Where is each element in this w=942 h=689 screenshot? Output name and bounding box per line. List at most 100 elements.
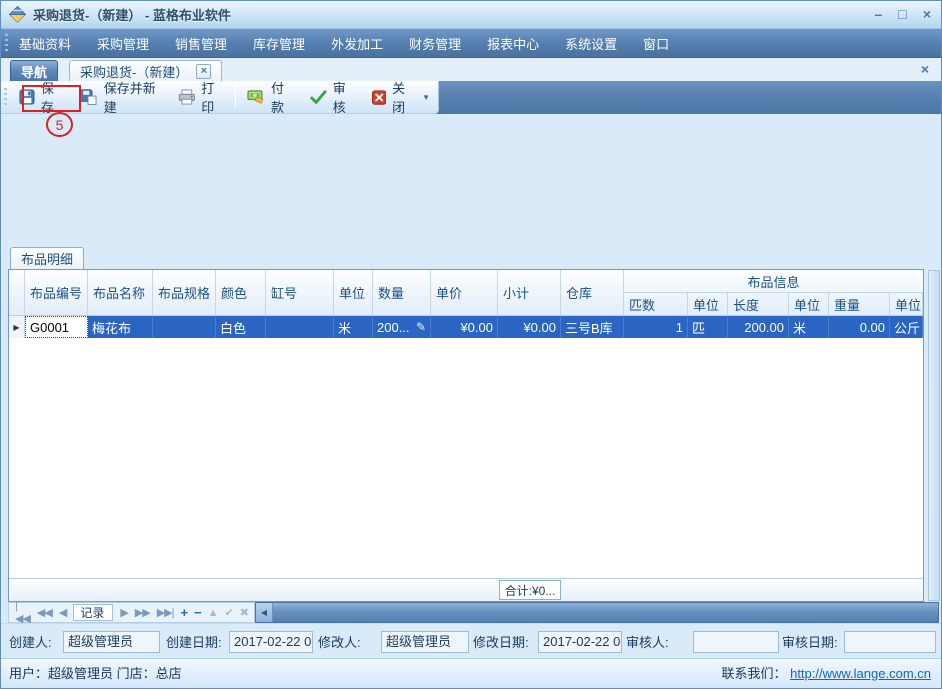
cell-unit[interactable]: 米 — [334, 316, 373, 338]
col-header-subtotal[interactable]: 小计 — [498, 270, 561, 315]
menu-settings[interactable]: 系统设置 — [565, 34, 617, 53]
col-header-warehouse[interactable]: 仓库 — [561, 270, 624, 315]
menu-purchase[interactable]: 采购管理 — [97, 34, 149, 53]
hscroll-left-arrow-icon[interactable]: ◀ — [256, 603, 273, 622]
detail-tab-row: 布品明细 — [1, 242, 941, 269]
col-header-qty[interactable]: 数量 — [373, 270, 431, 315]
cell-dyelot[interactable] — [266, 316, 334, 338]
close-dropdown-icon[interactable]: ▼ — [422, 93, 430, 102]
col-header-dyelot[interactable]: 缸号 — [266, 270, 334, 315]
printer-icon — [178, 88, 196, 106]
close-doc-button[interactable]: 关闭 ▼ — [364, 84, 438, 111]
nav-post-button[interactable]: ✔ — [225, 606, 233, 619]
annotation-step-badge: 5 — [46, 112, 73, 137]
cell-qty[interactable]: 200... ✎ — [373, 316, 431, 338]
audit-button[interactable]: 审核 — [302, 84, 364, 111]
print-button-label: 打印 — [201, 78, 224, 116]
grid-vertical-scrollbar[interactable] — [928, 270, 940, 601]
toolbar-grip — [4, 88, 7, 106]
maximize-button[interactable]: □ — [898, 5, 906, 23]
nav-last-button[interactable]: ▶▶| — [157, 606, 174, 619]
table-row[interactable]: ▶ G0001 梅花布 白色 米 200... ✎ ¥0.00 ¥0.00 三号… — [9, 316, 923, 338]
created-date-label: 创建日期: — [166, 632, 222, 654]
close-window-button[interactable]: × — [923, 5, 931, 23]
nav-cancel-button[interactable]: ✖ — [240, 606, 248, 619]
col-header-spec[interactable]: 布品规格 — [153, 270, 216, 315]
row-indicator-icon: ▶ — [9, 316, 25, 338]
tabstrip-close-icon[interactable]: × — [921, 61, 929, 77]
col-header-name[interactable]: 布品名称 — [88, 270, 153, 315]
save-and-new-button[interactable]: 保存并新建 — [72, 84, 170, 111]
menu-finance[interactable]: 财务管理 — [409, 34, 461, 53]
cell-name[interactable]: 梅花布 — [88, 316, 153, 338]
grid-horizontal-scrollbar[interactable]: ◀ — [255, 602, 939, 623]
website-link[interactable]: http://www.lange.com.cn — [790, 666, 931, 681]
app-window: 采购退货-（新建） - 蓝格布业软件 – □ × 基础资料 采购管理 销售管理 … — [0, 0, 942, 689]
cell-code[interactable]: G0001 — [25, 316, 88, 338]
cell-length[interactable]: 200.00 — [728, 316, 789, 338]
col-header-unit[interactable]: 单位 — [334, 270, 373, 315]
payment-money-icon — [247, 88, 265, 106]
col-header-weight[interactable]: 重量 — [829, 293, 890, 315]
nav-first-button[interactable]: |◀◀ — [15, 600, 30, 625]
contact-label: 联系我们： — [721, 666, 786, 681]
cell-price[interactable]: ¥0.00 — [431, 316, 498, 338]
menu-sales[interactable]: 销售管理 — [175, 34, 227, 53]
audit-check-icon — [310, 89, 327, 106]
window-title: 采购退货-（新建） - 蓝格布业软件 — [33, 5, 231, 24]
audit-by-label: 审核人: — [626, 632, 669, 654]
menu-reports[interactable]: 报表中心 — [487, 34, 539, 53]
col-header-price[interactable]: 单价 — [431, 270, 498, 315]
cell-color[interactable]: 白色 — [216, 316, 266, 338]
audit-date-field — [844, 631, 936, 653]
nav-insert-button[interactable]: + — [180, 605, 187, 620]
col-header-weight-unit[interactable]: 单位 — [890, 293, 923, 315]
save-and-new-icon — [80, 88, 98, 106]
menu-outsourcing[interactable]: 外发加工 — [331, 34, 383, 53]
cell-weight[interactable]: 0.00 — [829, 316, 890, 338]
status-user-store: 用户：超级管理员 门店：总店 — [9, 663, 182, 682]
cell-pcs[interactable]: 1 — [624, 316, 688, 338]
modified-date-label: 修改日期: — [473, 632, 529, 654]
nav-prior-button[interactable]: ◀ — [59, 606, 66, 619]
menu-window[interactable]: 窗口 — [643, 34, 669, 53]
nav-next-button[interactable]: ▶ — [120, 606, 127, 619]
col-header-length[interactable]: 长度 — [728, 293, 789, 315]
order-header-form: 退货单号: CT17020002 退货日期: 2017-02-22 09:20:… — [1, 114, 941, 242]
col-header-pcs[interactable]: 匹数 — [624, 293, 688, 315]
grid-indicator-header — [9, 270, 25, 315]
col-header-code[interactable]: 布品编号 — [25, 270, 88, 315]
close-doc-button-label: 关闭 — [392, 78, 414, 116]
print-button[interactable]: 打印 — [170, 84, 233, 111]
col-header-pcs-unit[interactable]: 单位 — [688, 293, 728, 315]
tab-close-icon[interactable]: × — [196, 64, 211, 79]
nav-prior-page-button[interactable]: ◀◀ — [37, 606, 52, 619]
pay-button[interactable]: 付款 — [239, 84, 302, 111]
grid-header: 布品编号 布品名称 布品规格 颜色 缸号 单位 数量 单价 小计 仓库 布品信息… — [9, 270, 923, 316]
cell-pcs-unit[interactable]: 匹 — [688, 316, 728, 338]
annotation-step-number: 5 — [56, 117, 64, 133]
menu-inventory[interactable]: 库存管理 — [253, 34, 305, 53]
audit-button-label: 审核 — [333, 78, 356, 116]
cell-length-unit[interactable]: 米 — [789, 316, 829, 338]
menu-bar: 基础资料 采购管理 销售管理 库存管理 外发加工 财务管理 报表中心 系统设置 … — [1, 29, 941, 58]
col-group-label[interactable]: 布品信息 — [624, 270, 923, 293]
cell-warehouse[interactable]: 三号B库 — [561, 316, 624, 338]
audit-by-field — [693, 631, 779, 653]
cell-spec[interactable] — [153, 316, 216, 338]
cell-weight-unit[interactable]: 公斤 — [890, 316, 923, 338]
nav-next-page-button[interactable]: ▶▶ — [135, 606, 150, 619]
nav-delete-button[interactable]: − — [194, 605, 201, 620]
col-header-length-unit[interactable]: 单位 — [789, 293, 829, 315]
menu-base-data[interactable]: 基础资料 — [19, 34, 71, 53]
minimize-button[interactable]: – — [875, 5, 883, 23]
col-header-color[interactable]: 颜色 — [216, 270, 266, 315]
app-logo-icon — [9, 6, 26, 23]
cell-subtotal[interactable]: ¥0.00 — [498, 316, 561, 338]
tab-fabric-detail[interactable]: 布品明细 — [10, 247, 84, 269]
close-red-icon — [372, 89, 386, 106]
menu-grip — [5, 34, 8, 52]
grid-footer: 合计:¥0... — [9, 578, 923, 601]
modified-date-field: 2017-02-22 09 — [538, 631, 622, 653]
nav-edit-button[interactable]: ▲ — [208, 607, 218, 619]
